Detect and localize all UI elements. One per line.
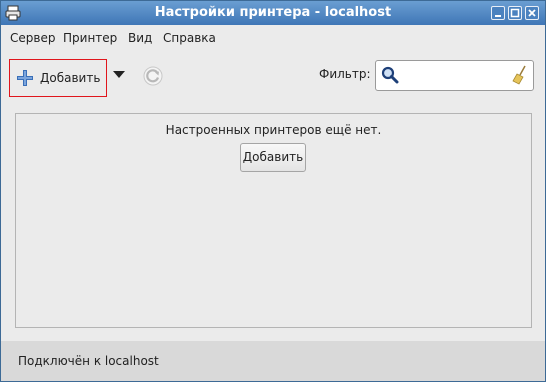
clear-icon[interactable]	[512, 65, 528, 85]
add-printer-label: Добавить	[40, 71, 101, 85]
minimize-icon	[495, 15, 501, 17]
plus-icon	[17, 70, 33, 86]
refresh-icon[interactable]	[142, 65, 164, 87]
status-bar: Подключён к localhost	[1, 341, 545, 381]
menu-help[interactable]: Справка	[163, 25, 216, 51]
printer-settings-window: Настройки принтера - localhost Сервер Пр…	[0, 0, 546, 382]
title-bar[interactable]: Настройки принтера - localhost	[1, 1, 545, 25]
close-icon	[528, 9, 536, 17]
search-icon[interactable]	[381, 66, 399, 84]
add-printer-button-center[interactable]: Добавить	[240, 143, 306, 172]
menu-server[interactable]: Сервер	[10, 25, 55, 51]
filter-label: Фильтр:	[319, 67, 371, 81]
window-title: Настройки принтера - localhost	[154, 5, 392, 20]
add-printer-button[interactable]: Добавить	[9, 59, 107, 97]
filter-field[interactable]	[375, 60, 534, 91]
close-button[interactable]	[525, 6, 539, 20]
maximize-button[interactable]	[508, 6, 522, 20]
menu-bar: Сервер Принтер Вид Справка	[1, 25, 545, 51]
printers-view: Настроенных принтеров ещё нет. Добавить	[15, 113, 532, 328]
menu-printer[interactable]: Принтер	[63, 25, 117, 51]
filter-input[interactable]	[403, 65, 503, 85]
menu-view[interactable]: Вид	[128, 25, 152, 51]
dropdown-arrow-icon[interactable]	[113, 71, 125, 78]
maximize-icon	[510, 8, 520, 18]
toolbar: Добавить Фильтр:	[1, 51, 545, 103]
status-text: Подключён к localhost	[18, 354, 159, 368]
empty-message: Настроенных принтеров ещё нет.	[165, 123, 382, 137]
minimize-button[interactable]	[491, 6, 505, 20]
